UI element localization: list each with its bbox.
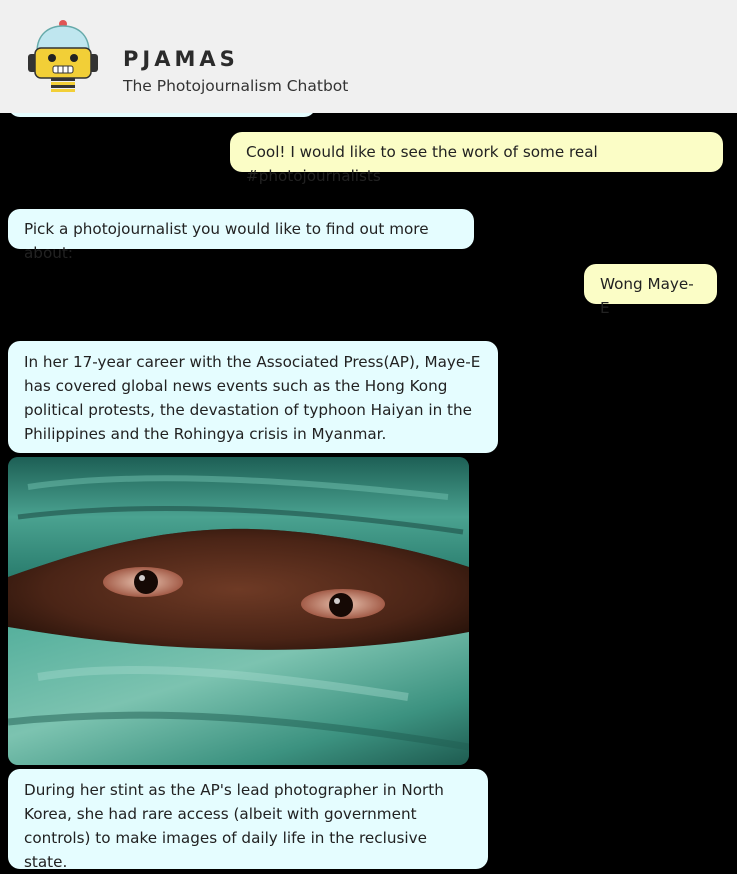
woman-in-green-headscarf-photo[interactable] bbox=[8, 457, 469, 765]
chat-window[interactable]: Cool! I would like to see the work of so… bbox=[0, 0, 737, 871]
user-message: Wong Maye-E bbox=[584, 264, 717, 317]
app-subtitle: The Photojournalism Chatbot bbox=[123, 77, 349, 95]
bot-message: Pick a photojournalist you would like to… bbox=[8, 209, 474, 262]
message-text: During her stint as the AP's lead photog… bbox=[24, 781, 444, 871]
robot-icon bbox=[27, 18, 99, 94]
bot-message: In her 17-year career with the Associate… bbox=[8, 341, 498, 453]
app-title: PJAMAS bbox=[123, 47, 239, 71]
bot-message: During her stint as the AP's lead photog… bbox=[8, 769, 488, 871]
app-header: PJAMAS The Photojournalism Chatbot bbox=[0, 0, 737, 113]
message-text: In her 17-year career with the Associate… bbox=[24, 353, 481, 443]
message-text: Pick a photojournalist you would like to… bbox=[24, 220, 429, 262]
message-text: Cool! I would like to see the work of so… bbox=[246, 143, 598, 185]
user-message: Cool! I would like to see the work of so… bbox=[230, 132, 723, 185]
message-text: Wong Maye-E bbox=[600, 275, 694, 317]
